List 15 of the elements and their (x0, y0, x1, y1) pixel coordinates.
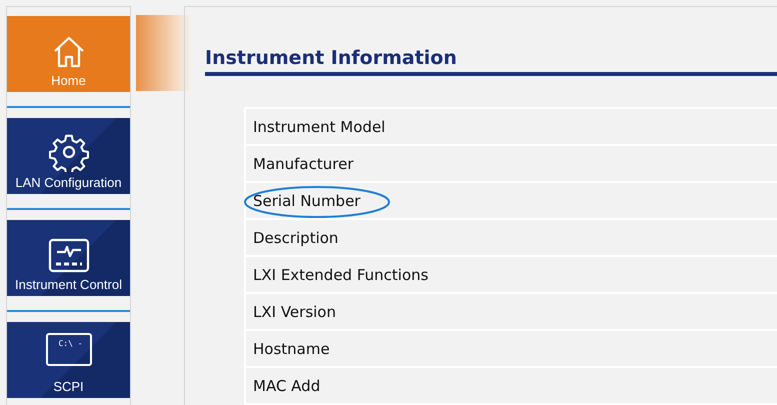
table-cell: Serial Number (253, 192, 360, 210)
table-cell: Manufacturer (253, 154, 354, 172)
table-cell: LXI Version (253, 302, 336, 320)
table-cell: Description (253, 228, 338, 246)
nav-button[interactable]: LAN Configuration (7, 118, 130, 194)
table-cell: MAC Add (253, 376, 320, 394)
table-cell: Hostname (253, 340, 330, 358)
settings-icon (48, 132, 88, 172)
section-title: Instrument Information (205, 46, 458, 71)
nav-button[interactable]: Instrument Control (7, 220, 130, 296)
terminal-icon: C:\ - (46, 333, 92, 366)
table-cell: Instrument Model (253, 118, 386, 136)
table-cell: LXI Extended Functions (253, 266, 428, 284)
nav-button[interactable]: C:\ - SCPI (7, 322, 130, 398)
monitor-icon (48, 238, 90, 274)
